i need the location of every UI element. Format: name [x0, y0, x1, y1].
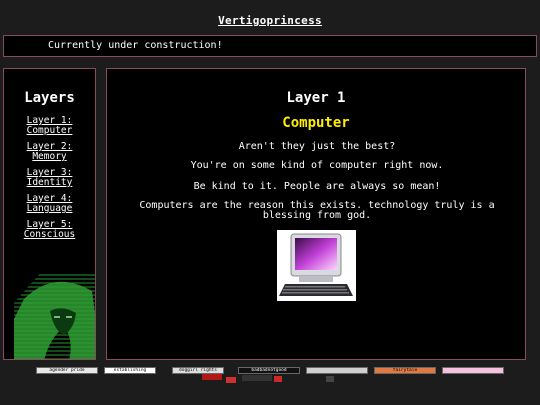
nav-layer-5-name: Conscious [23, 229, 76, 240]
badge-pink[interactable] [442, 367, 504, 374]
layer-subtitle: Computer [282, 115, 350, 131]
computer-image [277, 230, 356, 301]
badge-grey[interactable] [306, 367, 368, 374]
badge-doggirl-rights[interactable]: doggirl rights [172, 367, 224, 374]
nav-layer-1[interactable]: Layer 1: Computer [4, 116, 95, 136]
paragraph-1: Aren't they just the best? [238, 141, 396, 152]
sidebar: Layers Layer 1: Computer Layer 2: Memory L… [3, 68, 96, 360]
badge-badbadnotgood[interactable]: badbadnotgood [238, 367, 300, 374]
nav-layer-3[interactable]: Layer 3: Identity [4, 168, 95, 188]
anime-avatar-image [14, 269, 95, 359]
nav-layer-2[interactable]: Layer 2: Memory [4, 142, 95, 162]
nav-layer-1-name: Computer [26, 125, 73, 136]
footer-sticker-row [202, 374, 334, 383]
construction-banner: Currently under construction! [3, 35, 537, 57]
site-title[interactable]: Vertigoprincess [0, 14, 540, 27]
nav-layer-2-name: Memory [32, 151, 67, 162]
nav-layer-5[interactable]: Layer 5: Conscious [4, 220, 95, 240]
paragraph-2: You're on some kind of computer right no… [190, 160, 444, 171]
layer-title: Layer 1 [286, 90, 346, 106]
nav-layer-3-name: Identity [26, 177, 73, 188]
main-content: Layer 1 Computer Aren't they just the be… [106, 68, 526, 360]
badge-agender-pride[interactable]: agender pride [36, 367, 98, 374]
nav-layer-4[interactable]: Layer 4: Language [4, 194, 95, 214]
paragraph-4: Computers are the reason this exists. te… [139, 200, 495, 221]
footer-buttons: agender pride establishing connection do… [0, 364, 540, 394]
sidebar-heading: Layers [24, 90, 75, 106]
layer-nav: Layer 1: Computer Layer 2: Memory Layer 3:… [4, 116, 95, 246]
paragraph-3: Be kind to it. People are always so mean… [193, 181, 441, 192]
badge-fairytale[interactable]: fairytale [374, 367, 436, 374]
badge-establishing-connection[interactable]: establishing connection [104, 367, 156, 374]
banner-text: Currently under construction! [48, 40, 223, 51]
nav-layer-4-name: Language [26, 203, 73, 214]
